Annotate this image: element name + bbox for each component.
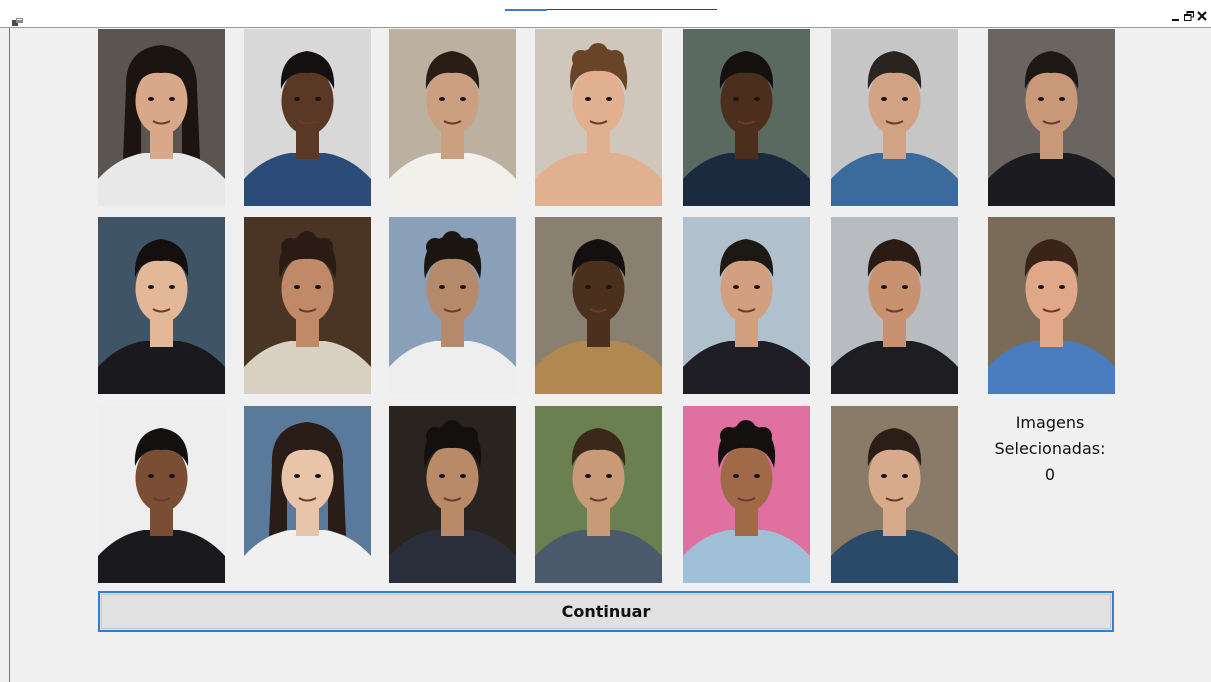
photo-r2-c3[interactable]	[389, 217, 516, 394]
selected-count-line1: Imagens	[1015, 413, 1085, 432]
photo-r1-c7[interactable]	[988, 29, 1115, 206]
restore-icon[interactable]	[1183, 10, 1195, 22]
photo-r3-c3[interactable]	[389, 406, 516, 583]
continue-button[interactable]: Continuar	[98, 591, 1114, 632]
tab-underline	[547, 9, 717, 10]
selected-count-label: Imagens Selecionadas: 0	[983, 410, 1117, 488]
photo-r2-c7[interactable]	[988, 217, 1115, 394]
photo-r1-c4[interactable]	[535, 29, 662, 206]
selected-count-value: 0	[1044, 465, 1056, 484]
photo-r3-c2[interactable]	[244, 406, 371, 583]
photo-r2-c2[interactable]	[244, 217, 371, 394]
photo-r1-c5[interactable]	[683, 29, 810, 206]
photo-r2-c6[interactable]	[831, 217, 958, 394]
minimize-icon[interactable]	[1170, 10, 1182, 22]
photo-r1-c3[interactable]	[389, 29, 516, 206]
photo-r2-c1[interactable]	[98, 217, 225, 394]
photo-r3-c5[interactable]	[683, 406, 810, 583]
photo-r2-c5[interactable]	[683, 217, 810, 394]
photo-r3-c1[interactable]	[98, 406, 225, 583]
photo-r1-c2[interactable]	[244, 29, 371, 206]
app-icon[interactable]	[12, 11, 23, 26]
photo-r2-c4[interactable]	[535, 217, 662, 394]
continue-button-label: Continuar	[101, 594, 1111, 629]
photo-r3-c4[interactable]	[535, 406, 662, 583]
photo-r1-c6[interactable]	[831, 29, 958, 206]
tab-indicator	[505, 9, 547, 11]
title-bar	[0, 0, 1211, 28]
photo-r1-c1[interactable]	[98, 29, 225, 206]
window-controls	[1170, 10, 1208, 22]
selected-count-line2: Selecionadas:	[994, 439, 1106, 458]
close-icon[interactable]	[1196, 10, 1208, 22]
photo-r3-c6[interactable]	[831, 406, 958, 583]
